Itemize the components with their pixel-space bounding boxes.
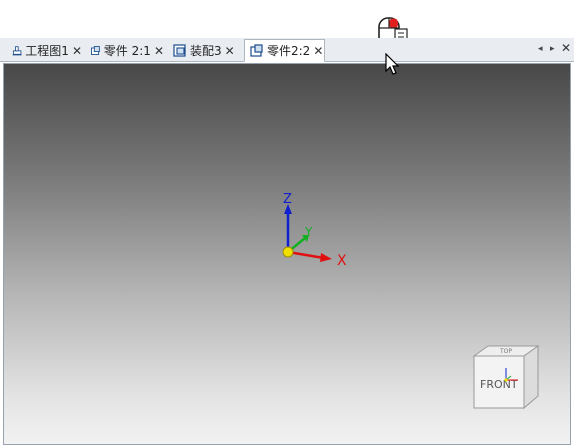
- close-document-icon[interactable]: ✕: [561, 41, 571, 55]
- tab-part-2-1[interactable]: 零件 2:1 ✕: [86, 40, 164, 61]
- tab-label: 零件 2:1: [103, 44, 151, 58]
- tab-scroll-right-icon[interactable]: ▸: [550, 44, 555, 54]
- tab-drawing-1[interactable]: 工程图1 ✕: [8, 40, 82, 61]
- tab-assembly-3[interactable]: 装配3 ✕: [168, 40, 242, 61]
- tab-close-icon[interactable]: ✕: [154, 44, 164, 58]
- coordinate-triad: Z Y X: [282, 192, 347, 269]
- tab-close-icon[interactable]: ✕: [72, 44, 82, 58]
- tab-scroll-left-icon[interactable]: ◂: [538, 44, 543, 54]
- view-cube[interactable]: FRONT TOP: [466, 342, 546, 414]
- top-blank-area: [0, 0, 574, 38]
- y-axis-label: Y: [304, 225, 313, 239]
- view-cube-right-face[interactable]: [523, 345, 539, 410]
- view-cube-origin: [504, 378, 508, 382]
- tab-label: 工程图1: [25, 44, 69, 58]
- tab-label: 装配3: [190, 44, 222, 58]
- part-icon: [250, 44, 263, 57]
- app-window: 工程图1 ✕ 零件 2:1 ✕ 装配3 ✕ 零件2:2 ✕ ◂ ▸ ✕ Z Y …: [0, 0, 574, 448]
- document-tab-bar: 工程图1 ✕ 零件 2:1 ✕ 装配3 ✕ 零件2:2 ✕ ◂ ▸ ✕: [0, 38, 574, 62]
- origin-point: [282, 246, 294, 258]
- tab-close-icon[interactable]: ✕: [313, 44, 323, 58]
- assembly-icon: [173, 44, 186, 57]
- x-axis-arrow: [320, 253, 332, 262]
- drawing-icon: [12, 46, 22, 56]
- tab-close-icon[interactable]: ✕: [225, 44, 235, 58]
- tab-part-2-2[interactable]: 零件2:2 ✕: [244, 39, 325, 62]
- z-axis-label: Z: [283, 192, 292, 207]
- mouse-cursor-icon: [385, 53, 400, 75]
- view-cube-top-label: TOP: [499, 348, 512, 355]
- x-axis-label: X: [337, 253, 347, 269]
- part-icon: [91, 46, 100, 55]
- 3d-viewport[interactable]: Z Y X FRONT TOP: [3, 63, 571, 445]
- tab-label: 零件2:2: [267, 44, 311, 58]
